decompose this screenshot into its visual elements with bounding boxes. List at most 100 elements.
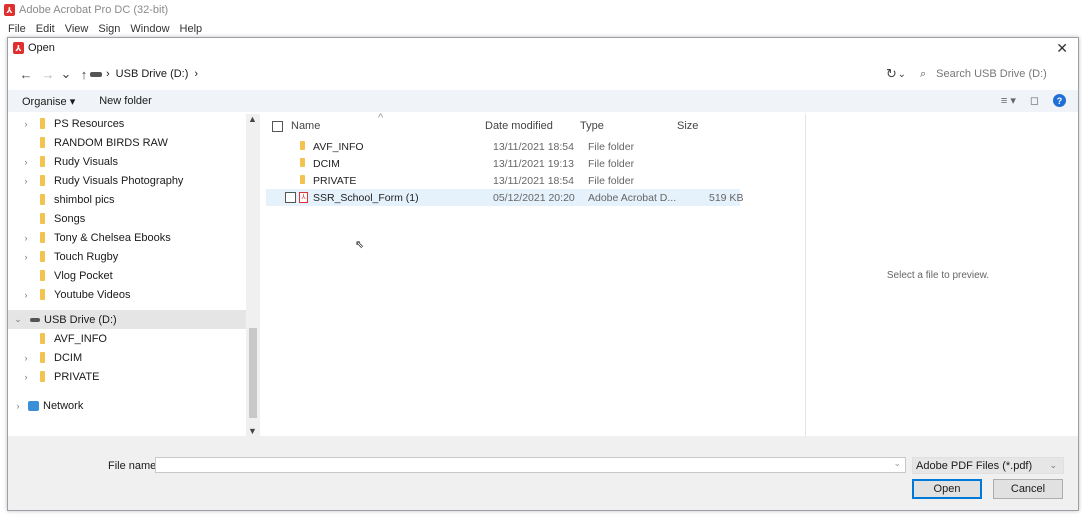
address-location[interactable]: USB Drive (D:) [116,68,189,80]
preview-message: Select a file to preview. [886,269,990,281]
menu-help[interactable]: Help [180,23,203,35]
folder-icon [40,194,45,205]
file-name-label: File name: [108,460,160,472]
nav-item-label: Vlog Pocket [54,269,113,282]
nav-item-tony-chelsea-ebooks[interactable]: › Tony & Chelsea Ebooks [8,228,246,247]
file-row[interactable]: DCIM 13/11/2021 19:13 File folder [266,155,806,172]
nav-item-touch-rugby[interactable]: › Touch Rugby [8,247,246,266]
nav-item-label: Touch Rugby [54,250,119,263]
nav-item-rudy-visuals[interactable]: › Rudy Visuals [8,152,246,171]
cell-type: Adobe Acrobat D... [588,192,677,204]
refresh-icon[interactable]: ↻ [886,66,897,82]
address-box[interactable]: › USB Drive (D:) › ⌄ [84,62,906,86]
nav-item-label: Youtube Videos [54,288,131,301]
expand-chevron-icon[interactable]: › [20,353,32,363]
open-button[interactable]: Open [912,479,982,499]
menu-sign[interactable]: Sign [98,23,120,35]
nav-item-label: Tony & Chelsea Ebooks [54,231,171,244]
column-name[interactable]: Name [291,120,320,132]
nav-item-label: RANDOM BIRDS RAW [54,136,168,149]
app-titlebar: ⅄ Adobe Acrobat Pro DC (32-bit) [0,0,1082,20]
dialog-title: Open [28,42,55,54]
cell-type: File folder [588,158,635,170]
nav-item-shimbol-pics[interactable]: shimbol pics [8,190,246,209]
folder-icon [300,141,305,150]
file-row[interactable]: ⅄ SSR_School_Form (1) 05/12/2021 20:20 Adob… [266,189,743,206]
expand-chevron-icon[interactable]: › [12,401,24,411]
nav-item-label: shimbol pics [54,193,115,206]
menu-edit[interactable]: Edit [36,23,55,35]
select-all-checkbox[interactable] [272,120,283,132]
menu-window[interactable]: Window [130,23,169,35]
view-options-icon[interactable]: ≡ ▾ [1001,94,1016,107]
address-dropdown-icon[interactable]: ⌄ [898,69,906,80]
expand-chevron-icon[interactable]: › [20,252,32,262]
folder-icon [40,333,45,344]
folder-icon [40,137,45,148]
acrobat-logo-icon: ⅄ [4,4,15,16]
file-row[interactable]: PRIVATE 13/11/2021 18:54 File folder [266,172,806,189]
column-type[interactable]: Type [580,120,604,132]
folder-icon [40,371,45,382]
cell-type: File folder [588,175,635,187]
back-arrow-icon[interactable]: ← [18,67,34,82]
cell-date: 05/12/2021 20:20 [493,192,575,204]
network-icon [28,400,39,411]
nav-item-vlog-pocket[interactable]: Vlog Pocket [8,266,246,285]
column-date-modified[interactable]: Date modified [485,120,553,132]
organise-button[interactable]: Organise ▾ [22,95,75,108]
nav-item-label: Rudy Visuals [54,155,118,168]
nav-item-label: AVF_INFO [54,332,107,345]
address-tail-arrow[interactable]: › [194,68,198,80]
nav-item-private[interactable]: › PRIVATE [8,367,246,386]
file-type-select[interactable]: Adobe PDF Files (*.pdf) ⌄ [912,457,1064,474]
nav-item-random-birds-raw[interactable]: RANDOM BIRDS RAW [8,133,246,152]
file-list: Name ^ Date modified Type Size AVF_INFO 1… [266,112,806,436]
nav-item-ps-resources[interactable]: › PS Resources [8,114,246,133]
recent-locations-chevron-icon[interactable]: ⌄ [58,66,74,82]
new-folder-button[interactable]: New folder [99,95,152,107]
expand-chevron-icon[interactable]: › [20,119,32,129]
column-size[interactable]: Size [677,120,698,132]
expand-chevron-icon[interactable]: › [20,176,32,186]
nav-pane-scrollbar[interactable]: ▲ ▼ [246,114,260,436]
expand-chevron-icon[interactable]: › [20,372,32,382]
nav-item-usb-drive-d[interactable]: ⌄ USB Drive (D:) [8,310,246,329]
scroll-down-icon[interactable]: ▼ [248,426,257,436]
expand-chevron-icon[interactable]: › [20,233,32,243]
search-placeholder: Search USB Drive (D:) [936,68,1047,80]
nav-item-youtube-videos[interactable]: › Youtube Videos [8,285,246,304]
folder-icon [300,175,305,184]
expand-chevron-icon[interactable]: › [20,157,32,167]
nav-item-label: PS Resources [54,117,125,130]
column-header-row: Name ^ Date modified Type Size [266,112,806,138]
forward-arrow-icon[interactable]: → [40,67,56,82]
search-input[interactable]: ⌕ Search USB Drive (D:) [912,62,1072,86]
folder-icon [40,270,45,281]
mouse-cursor-icon: ⇖ [355,239,365,251]
cell-date: 13/11/2021 18:54 [493,141,574,153]
scroll-up-icon[interactable]: ▲ [248,114,257,124]
expand-chevron-icon[interactable]: ⌄ [12,314,24,325]
folder-icon [40,232,45,243]
close-icon[interactable]: ✕ [1056,40,1068,57]
nav-item-network[interactable]: › Network [8,396,246,415]
folder-icon [40,156,45,167]
help-icon[interactable]: ? [1053,94,1066,107]
menu-file[interactable]: File [8,23,26,35]
nav-item-dcim[interactable]: › DCIM [8,348,246,367]
cancel-button[interactable]: Cancel [993,479,1063,499]
row-checkbox[interactable] [285,192,296,203]
nav-item-songs[interactable]: Songs [8,209,246,228]
expand-chevron-icon[interactable]: › [20,290,32,300]
drive-icon [90,71,102,77]
file-name-input[interactable]: ⌄ [155,457,906,473]
scrollbar-thumb[interactable] [249,328,257,418]
preview-pane-icon[interactable]: ◻ [1030,94,1039,107]
open-dialog: ⅄ Open ✕ ← → ⌄ ↑ › USB Drive (D:) › ⌄ ↻ … [7,37,1079,511]
menu-view[interactable]: View [65,23,89,35]
file-row[interactable]: AVF_INFO 13/11/2021 18:54 File folder [266,138,806,155]
nav-item-rudy-visuals-photography[interactable]: › Rudy Visuals Photography [8,171,246,190]
nav-item-avf-info[interactable]: AVF_INFO [8,329,246,348]
file-name-dropdown-icon[interactable]: ⌄ [893,458,901,469]
